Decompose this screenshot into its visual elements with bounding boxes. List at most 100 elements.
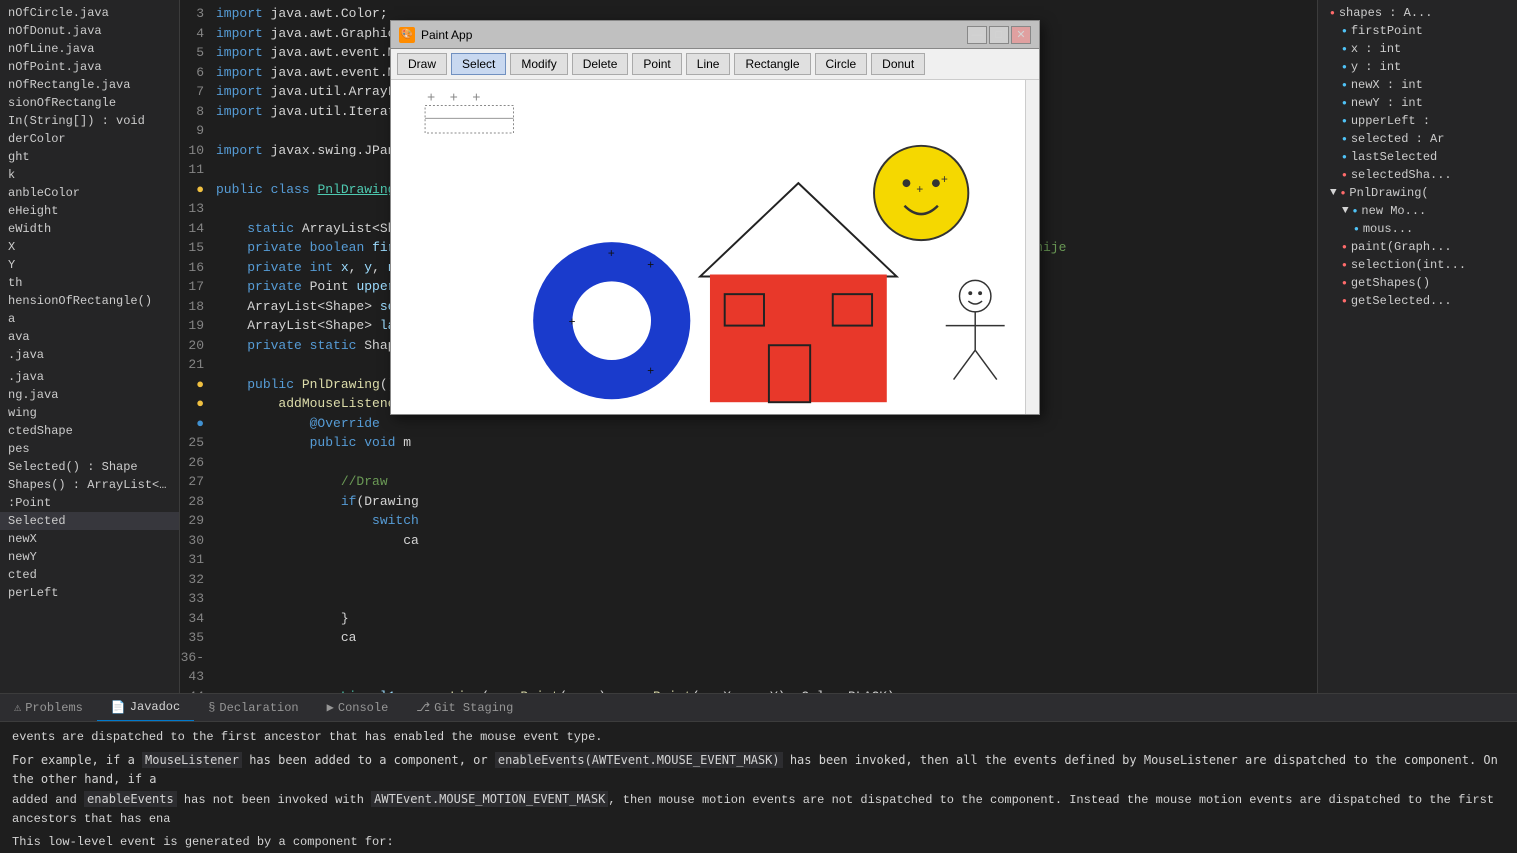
sidebar-item-th[interactable]: th — [0, 274, 179, 292]
dot-icon: ● — [1342, 63, 1347, 72]
doc-icon: 📄 — [111, 700, 126, 715]
dot-icon: ● — [1342, 261, 1347, 270]
git-icon: ⎇ — [416, 700, 430, 715]
sidebar-item-dotjava2[interactable]: .java — [0, 368, 179, 386]
select-button[interactable]: Select — [451, 53, 506, 75]
rs-item-y[interactable]: ● y : int — [1318, 58, 1517, 76]
svg-text:+: + — [472, 92, 480, 107]
dialog-canvas[interactable]: + + + + + + + — [391, 80, 1025, 414]
svg-text:+: + — [450, 92, 458, 107]
sidebar-item-ctedshape[interactable]: ctedShape — [0, 422, 179, 440]
rectangle-button[interactable]: Rectangle — [734, 53, 810, 75]
javadoc-line-3: For example, if a MouseListener has been… — [12, 751, 1505, 789]
point-button[interactable]: Point — [632, 53, 681, 75]
editor-area: 3 import java.awt.Color; 4 import java.a… — [180, 0, 1317, 693]
dot-icon: ● — [1342, 297, 1347, 306]
sidebar-item-point[interactable]: :Point — [0, 494, 179, 512]
maximize-button[interactable]: □ — [989, 26, 1009, 44]
dialog-body: + + + + + + + — [391, 80, 1039, 414]
rs-item-shapes[interactable]: ● shapes : A... — [1318, 4, 1517, 22]
sidebar-item-dotjava[interactable]: .java — [0, 346, 179, 364]
rs-item-getshapes[interactable]: ● getShapes() — [1318, 274, 1517, 292]
sidebar-item-k[interactable]: k — [0, 166, 179, 184]
rs-item-selected[interactable]: ● selected : Ar — [1318, 130, 1517, 148]
circle-button[interactable]: Circle — [815, 53, 868, 75]
sidebar-item-nofcircle[interactable]: nOfCircle.java — [0, 4, 179, 22]
draw-button[interactable]: Draw — [397, 53, 447, 75]
code-line-31: 31 — [180, 550, 1317, 570]
rs-item-newx[interactable]: ● newX : int — [1318, 76, 1517, 94]
sidebar-item-nofrect[interactable]: nOfRectangle.java — [0, 76, 179, 94]
sidebar-item-ewidth[interactable]: eWidth — [0, 220, 179, 238]
tab-problems[interactable]: ⚠ Problems — [0, 694, 97, 721]
rs-item-selection[interactable]: ● selection(int... — [1318, 256, 1517, 274]
sidebar-item-ght[interactable]: ght — [0, 148, 179, 166]
rs-item-getselected[interactable]: ● getSelected... — [1318, 292, 1517, 310]
sidebar-item-eheight[interactable]: eHeight — [0, 202, 179, 220]
dot-icon: ● — [1330, 9, 1335, 18]
sidebar-item-nofline[interactable]: nOfLine.java — [0, 40, 179, 58]
rs-item-upperleft[interactable]: ● upperLeft : — [1318, 112, 1517, 130]
javadoc-line-4: added and enableEvents has not been invo… — [12, 790, 1505, 829]
rs-item-paint[interactable]: ● paint(Graph... — [1318, 238, 1517, 256]
sidebar-item-hension[interactable]: hensionOfRectangle() — [0, 292, 179, 310]
rs-item-x[interactable]: ● x : int — [1318, 40, 1517, 58]
dot-icon: ● — [1342, 279, 1347, 288]
code-line-25: 25 public void m — [180, 433, 1317, 453]
rs-item-mous[interactable]: ● mous... — [1318, 220, 1517, 238]
warning-icon: ⚠ — [14, 700, 21, 715]
sidebar-item-ngjava[interactable]: ng.java — [0, 386, 179, 404]
sidebar-item-perleft[interactable]: perLeft — [0, 584, 179, 602]
sidebar-item-x[interactable]: X — [0, 238, 179, 256]
dot-icon: ● — [1342, 135, 1347, 144]
rs-item-newmo[interactable]: ▼ ● new Mo... — [1318, 202, 1517, 220]
sidebar-item-pes[interactable]: pes — [0, 440, 179, 458]
decl-icon: § — [208, 701, 215, 715]
donut-button[interactable]: Donut — [871, 53, 925, 75]
sidebar-item-sionofrect[interactable]: sionOfRectangle — [0, 94, 179, 112]
sidebar-item-cted[interactable]: cted — [0, 566, 179, 584]
minimize-button[interactable]: — — [967, 26, 987, 44]
tab-declaration[interactable]: § Declaration — [194, 694, 312, 721]
code-line-27: 27 //Draw — [180, 472, 1317, 492]
sidebar-item-ava[interactable]: ava — [0, 328, 179, 346]
sidebar-item-anglecolor[interactable]: anbleColor — [0, 184, 179, 202]
sidebar-item-wing[interactable]: wing — [0, 404, 179, 422]
dialog-title-text: Paint App — [421, 28, 967, 42]
rs-item-newy[interactable]: ● newY : int — [1318, 94, 1517, 112]
modify-button[interactable]: Modify — [510, 53, 567, 75]
close-button[interactable]: ✕ — [1011, 26, 1031, 44]
rs-item-selectedshape[interactable]: ● selectedSha... — [1318, 166, 1517, 184]
tab-console[interactable]: ▶ Console — [313, 694, 403, 721]
sidebar-item-shapes-method[interactable]: Shapes() : ArrayList<Shape> — [0, 476, 179, 494]
right-sidebar: ● shapes : A... ● firstPoint ● x : int ●… — [1317, 0, 1517, 693]
sidebar-item-a[interactable]: a — [0, 310, 179, 328]
svg-text:+: + — [569, 316, 576, 330]
code-line-36-43: 36-43 — [180, 648, 1317, 687]
sidebar-item-nofdonut[interactable]: nOfDonut.java — [0, 22, 179, 40]
tab-git[interactable]: ⎇ Git Staging — [402, 694, 527, 721]
sidebar-item-y[interactable]: Y — [0, 256, 179, 274]
sidebar-item-selected-method[interactable]: Selected() : Shape — [0, 458, 179, 476]
sidebar-item-selected[interactable]: Selected — [0, 512, 179, 530]
sidebar-item-instring[interactable]: In(String[]) : void — [0, 112, 179, 130]
sidebar-item-nofpoint[interactable]: nOfPoint.java — [0, 58, 179, 76]
dialog-scrollbar[interactable] — [1025, 80, 1039, 414]
javadoc-line-1: events are dispatched to the first ances… — [12, 728, 1505, 747]
rs-item-firstpoint[interactable]: ● firstPoint — [1318, 22, 1517, 40]
tab-javadoc[interactable]: 📄 Javadoc — [97, 694, 194, 721]
rs-item-lastselected[interactable]: ● lastSelected — [1318, 148, 1517, 166]
sidebar-item-newy[interactable]: newY — [0, 548, 179, 566]
dialog-titlebar[interactable]: 🎨 Paint App — □ ✕ — [391, 21, 1039, 49]
paint-dialog[interactable]: 🎨 Paint App — □ ✕ Draw Select Modify Del… — [390, 20, 1040, 415]
line-button[interactable]: Line — [686, 53, 731, 75]
svg-text:+: + — [941, 173, 948, 187]
sidebar-item-dercolor[interactable]: derColor — [0, 130, 179, 148]
dot-icon: ● — [1342, 81, 1347, 90]
svg-text:+: + — [608, 247, 615, 261]
sidebar-item-newx[interactable]: newX — [0, 530, 179, 548]
dot-icon: ● — [1342, 171, 1347, 180]
delete-button[interactable]: Delete — [572, 53, 629, 75]
bottom-content: events are dispatched to the first ances… — [0, 722, 1517, 853]
rs-item-pnldrawing[interactable]: ▼ ● PnlDrawing( — [1318, 184, 1517, 202]
